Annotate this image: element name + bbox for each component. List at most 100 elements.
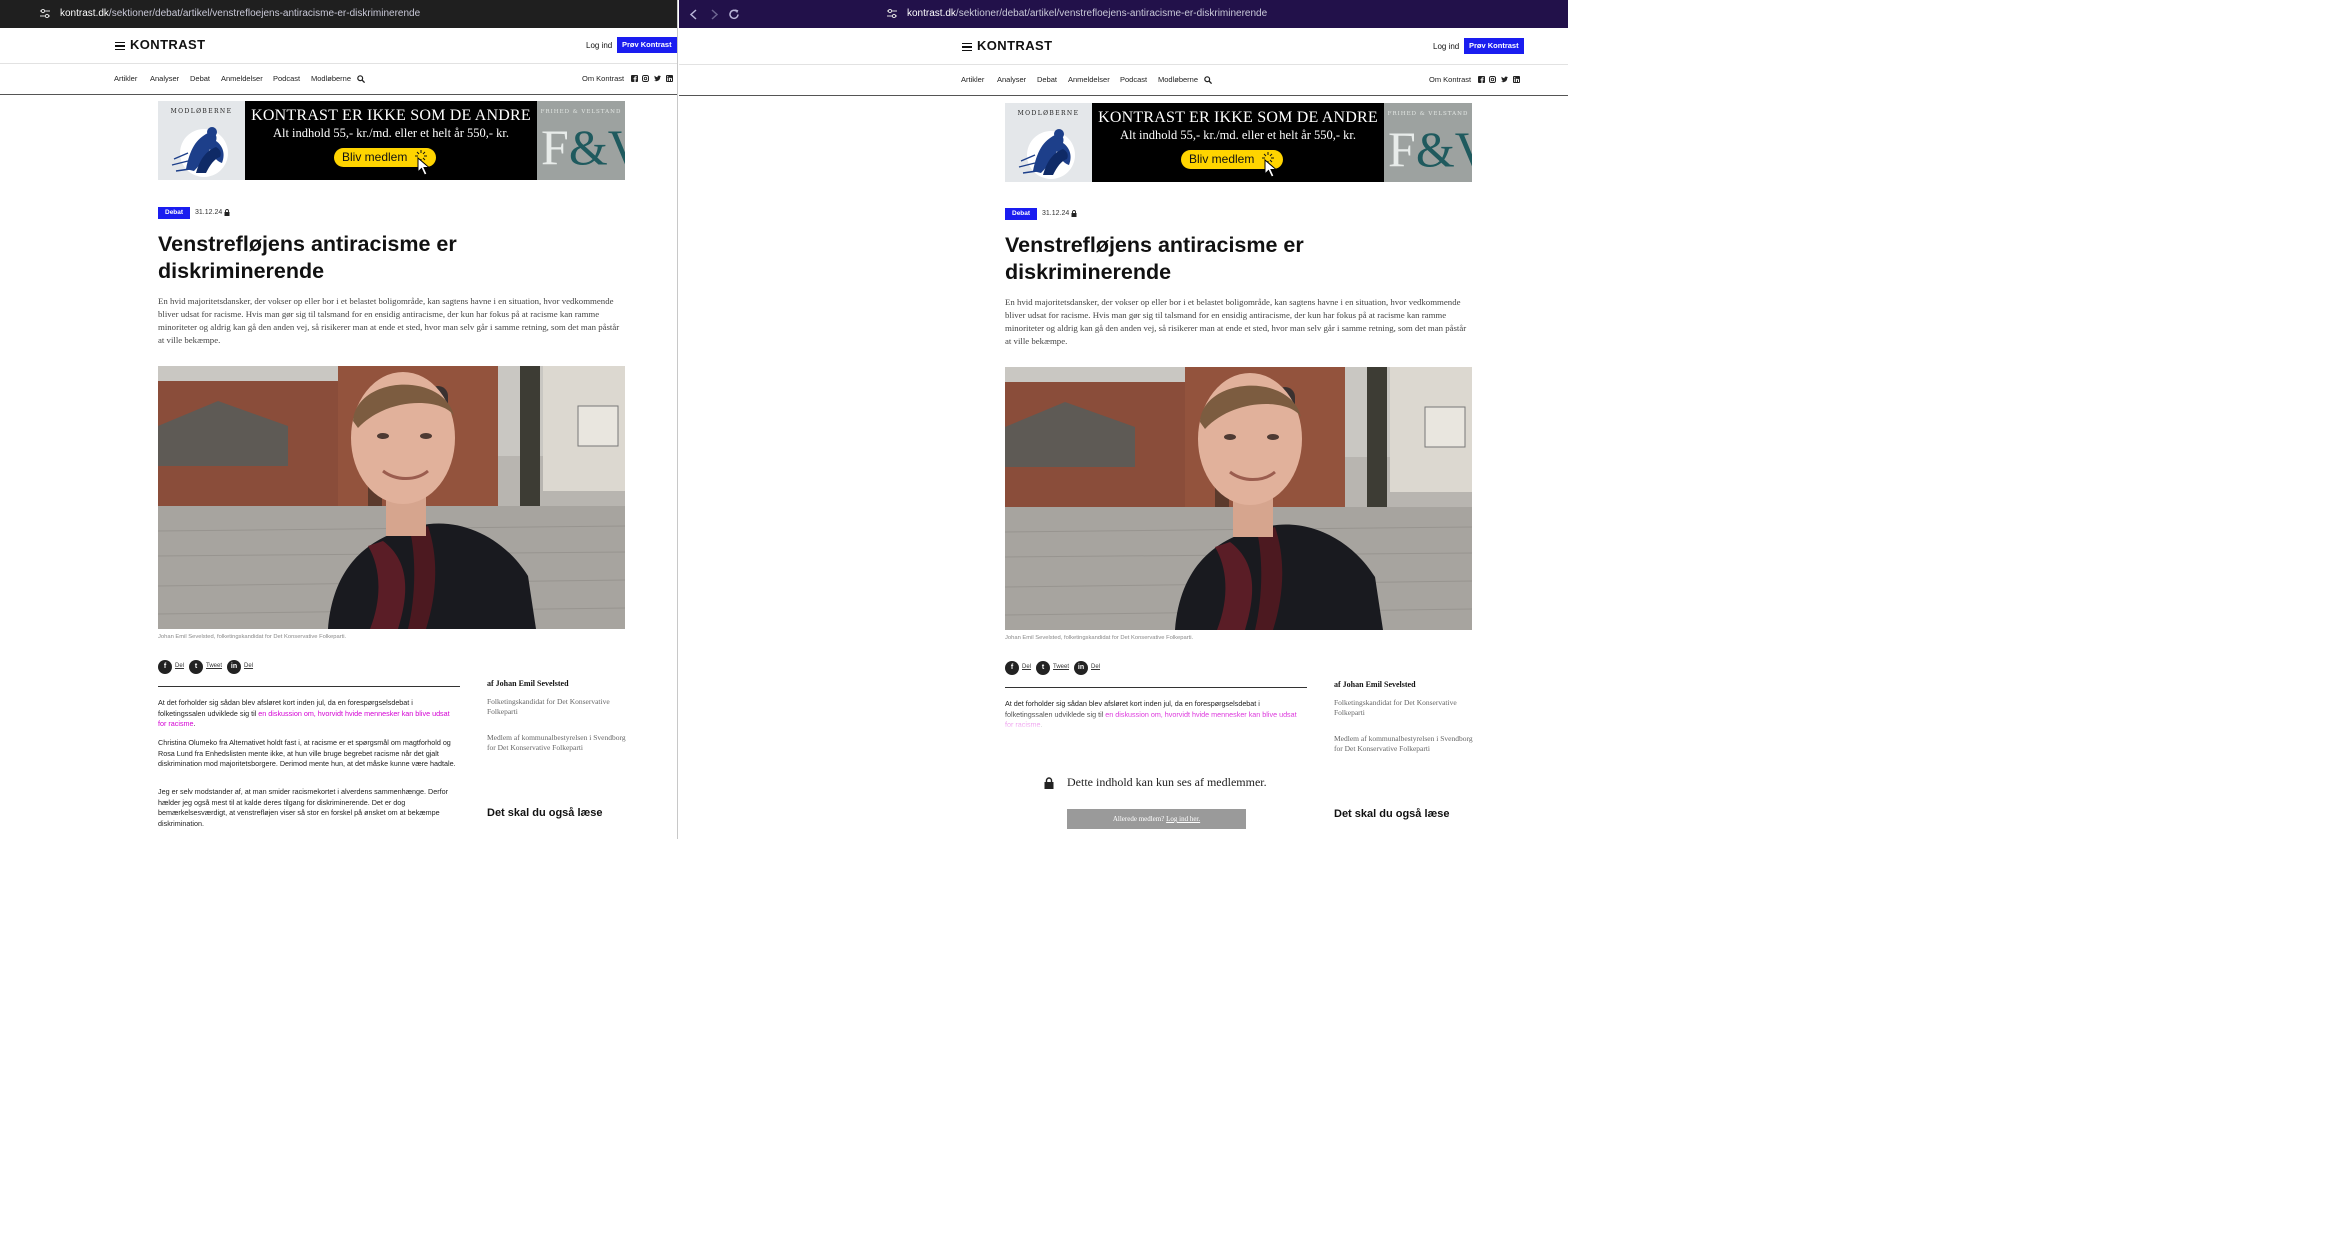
share-linkedin-label: Del <box>1091 664 1101 670</box>
already-member-button[interactable]: Allerede medlem? Log ind her. <box>1067 809 1246 829</box>
linkedin-icon: in <box>1074 661 1088 675</box>
article-divider <box>158 686 460 687</box>
author-role-1: Folketingskandidat for Det Konservative … <box>1334 698 1457 718</box>
article-lede: En hvid majoritetsdansker, der vokser op… <box>158 296 620 345</box>
try-kontrast-button[interactable]: Prøv Kontrast <box>617 37 677 53</box>
share-facebook-label: Del <box>1022 664 1032 670</box>
paywall-login-link[interactable]: Log ind her. <box>1166 815 1200 823</box>
share-linkedin-label: Del <box>244 663 254 669</box>
cursor-pointer-icon <box>1264 159 1278 178</box>
login-link[interactable]: Log ind <box>586 41 612 50</box>
join-member-label: Bliv medlem <box>1189 152 1255 166</box>
lock-icon <box>224 209 230 216</box>
site-logo[interactable]: KONTRAST <box>977 38 1052 53</box>
nav-item-modloberne[interactable]: Modløberne <box>1158 75 1198 84</box>
membership-banner[interactable]: MODLØBERNE KONTRAST ER IKKE SOM DE ANDRE… <box>158 101 625 180</box>
nav-item-modloberne[interactable]: Modløberne <box>311 74 351 83</box>
banner-offer-panel: KONTRAST ER IKKE SOM DE ANDRE Alt indhol… <box>245 101 537 180</box>
reload-icon[interactable] <box>728 8 740 21</box>
nav-item-artikler[interactable]: Artikler <box>114 74 137 83</box>
author-role-2: Medlem af kommunalbestyrelsen i Svendbor… <box>487 733 626 753</box>
section-badge[interactable]: Debat <box>158 207 191 219</box>
body-paragraph-1-end: . <box>193 719 196 729</box>
menu-icon[interactable] <box>962 43 972 52</box>
nav-item-debat[interactable]: Debat <box>190 74 210 83</box>
linkedin-icon[interactable] <box>666 75 673 82</box>
portrait-image <box>1005 367 1472 630</box>
banner-modloberne-panel: MODLØBERNE <box>158 101 245 180</box>
nav-item-anmeldelser[interactable]: Anmeldelser <box>221 74 263 83</box>
banner-left-brand: MODLØBERNE <box>1017 110 1080 117</box>
instagram-icon[interactable] <box>642 75 649 82</box>
nav-item-analyser[interactable]: Analyser <box>150 74 179 83</box>
portrait-image <box>158 366 625 629</box>
address-bar[interactable]: kontrast.dk/sektioner/debat/artikel/vens… <box>679 0 1568 28</box>
article-photo <box>158 366 625 629</box>
right-browser-window: kontrast.dk/sektioner/debat/artikel/vens… <box>679 0 1568 839</box>
search-icon[interactable] <box>357 75 365 83</box>
article-meta: Debat 31.12.24 <box>1005 208 1125 220</box>
site-settings-icon[interactable] <box>887 9 897 18</box>
section-nav: Artikler Analyser Debat Anmeldelser Podc… <box>0 63 677 95</box>
site-logo[interactable]: KONTRAST <box>130 37 205 52</box>
paywall-message: Dette indhold kan kun ses af medlemmer. <box>1067 775 1267 789</box>
share-facebook-label: Del <box>175 663 185 669</box>
section-badge[interactable]: Debat <box>1005 208 1038 220</box>
about-kontrast-link[interactable]: Om Kontrast <box>1429 75 1471 84</box>
nav-item-anmeldelser[interactable]: Anmeldelser <box>1068 75 1110 84</box>
already-member-text: Allerede medlem? <box>1112 815 1167 823</box>
twitter-icon[interactable] <box>654 75 661 82</box>
article-divider <box>1005 687 1307 688</box>
paywall-lock-icon <box>1044 777 1054 789</box>
banner-left-brand: MODLØBERNE <box>170 108 233 115</box>
site-settings-icon[interactable] <box>40 9 50 18</box>
cursor-pointer-icon <box>417 157 431 176</box>
facebook-icon: f <box>1005 661 1019 675</box>
nav-item-artikler[interactable]: Artikler <box>961 75 984 84</box>
back-arrow-icon[interactable] <box>688 8 700 21</box>
banner-subline: Alt indhold 55,- kr./md. eller et helt å… <box>272 126 510 140</box>
linkedin-icon[interactable] <box>1513 76 1520 83</box>
body-paragraph-1: At det forholder sig sådan blev afsløret… <box>158 698 460 730</box>
url-path: /sektioner/debat/artikel/venstrefloejens… <box>108 8 421 19</box>
section-nav: Artikler Analyser Debat Anmeldelser Podc… <box>679 64 1568 96</box>
login-link[interactable]: Log ind <box>1433 42 1459 51</box>
address-bar[interactable]: kontrast.dk/sektioner/debat/artikel/vens… <box>0 0 677 28</box>
share-bar: f Del t Tweet in Del <box>1005 661 1205 675</box>
share-twitter-label: Tweet <box>206 663 223 669</box>
nav-item-podcast[interactable]: Podcast <box>273 74 300 83</box>
photo-caption: Johan Emil Sevelsted, folketingskandidat… <box>158 634 347 640</box>
url-text[interactable]: kontrast.dk/sektioner/debat/artikel/vens… <box>907 8 1267 19</box>
facebook-icon[interactable] <box>631 75 638 82</box>
author-name[interactable]: af Johan Emil Sevelsted <box>487 679 569 688</box>
banner-modloberne-panel: MODLØBERNE <box>1005 103 1092 182</box>
banner-fv-panel: FRIHED & VELSTAND F&V <box>537 101 625 180</box>
banner-fv-logo: F&V <box>1388 121 1472 177</box>
join-member-label: Bliv medlem <box>342 150 408 164</box>
membership-banner[interactable]: MODLØBERNE KONTRAST ER IKKE SOM DE ANDRE… <box>1005 103 1472 182</box>
twitter-icon[interactable] <box>1501 76 1508 83</box>
share-twitter-label: Tweet <box>1053 664 1070 670</box>
paywall-fade <box>1005 710 1325 732</box>
forward-arrow-icon[interactable] <box>708 8 720 21</box>
banner-right-brand: FRIHED & VELSTAND <box>540 109 622 115</box>
search-icon[interactable] <box>1204 76 1212 84</box>
site-header: KONTRAST Log ind Prøv Kontrast <box>0 28 677 62</box>
banner-right-brand: FRIHED & VELSTAND <box>1387 111 1469 117</box>
linkedin-icon: in <box>227 660 241 674</box>
instagram-icon[interactable] <box>1489 76 1496 83</box>
nav-item-podcast[interactable]: Podcast <box>1120 75 1147 84</box>
photo-caption: Johan Emil Sevelsted, folketingskandidat… <box>1005 635 1194 641</box>
url-text[interactable]: kontrast.dk/sektioner/debat/artikel/vens… <box>60 8 420 19</box>
nav-item-debat[interactable]: Debat <box>1037 75 1057 84</box>
nav-item-analyser[interactable]: Analyser <box>997 75 1026 84</box>
runners-illustration-icon <box>1018 129 1075 179</box>
url-path: /sektioner/debat/artikel/venstrefloejens… <box>955 8 1268 19</box>
facebook-icon[interactable] <box>1478 76 1485 83</box>
left-browser-window: kontrast.dk/sektioner/debat/artikel/vens… <box>0 0 678 839</box>
site-header: KONTRAST Log ind Prøv Kontrast <box>679 29 1568 63</box>
menu-icon[interactable] <box>115 42 125 51</box>
author-name[interactable]: af Johan Emil Sevelsted <box>1334 680 1416 689</box>
about-kontrast-link[interactable]: Om Kontrast <box>582 74 624 83</box>
try-kontrast-button[interactable]: Prøv Kontrast <box>1464 38 1524 54</box>
